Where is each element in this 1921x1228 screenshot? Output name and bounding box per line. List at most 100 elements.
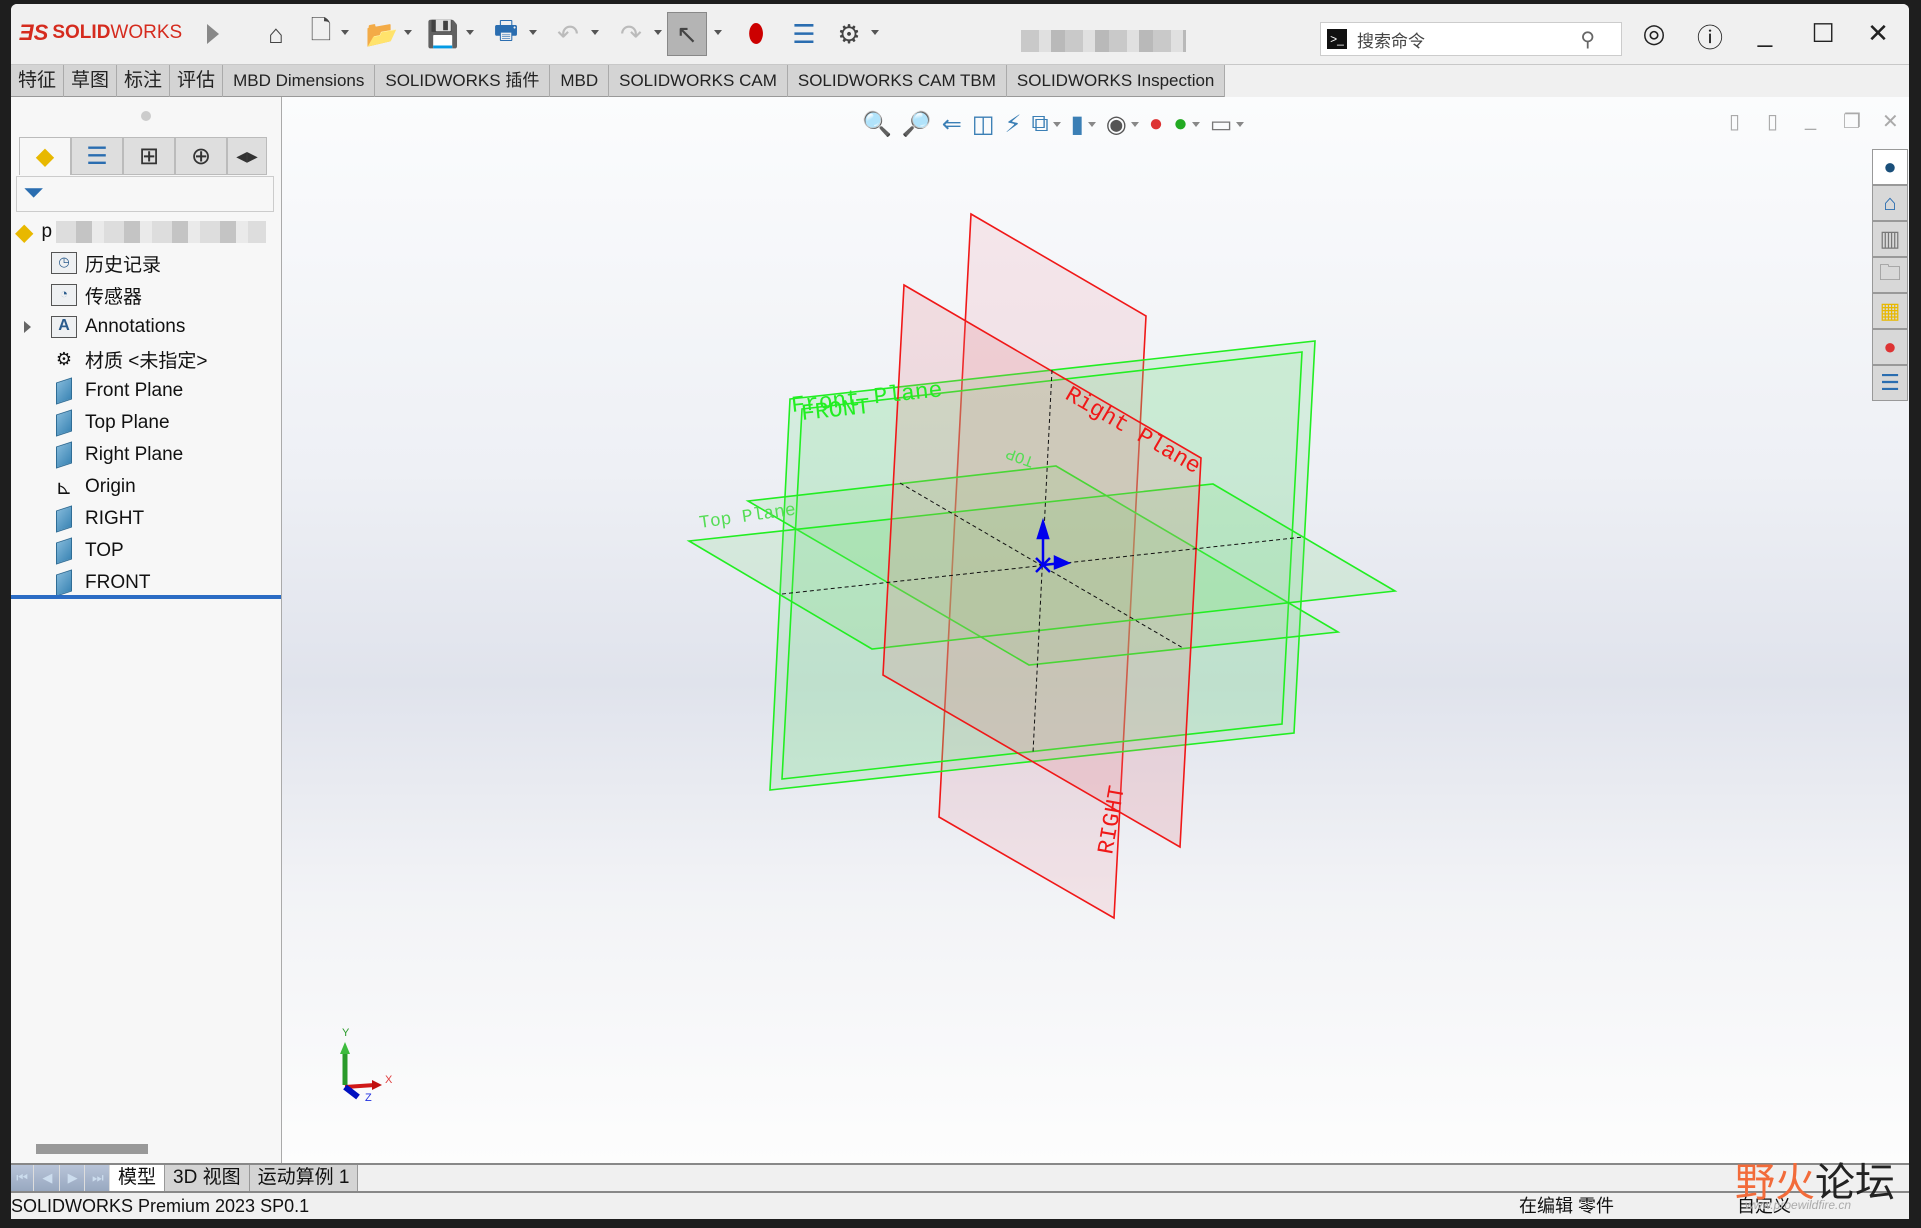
feature-tree: ◷ 历史记录 ◔ 传感器 A Annotations ⚙ 材质 <未指定> Front … bbox=[11, 247, 281, 599]
tab-model[interactable]: 模型 bbox=[110, 1165, 166, 1191]
expand-menu-arrow-icon[interactable] bbox=[207, 24, 219, 44]
tab-evaluate[interactable]: 评估 bbox=[170, 65, 224, 97]
view-settings-icon[interactable]: ▭ bbox=[1210, 110, 1233, 139]
undo-icon[interactable]: ↶ bbox=[550, 16, 586, 52]
material-icon: ⚙ bbox=[55, 348, 73, 369]
plane-icon bbox=[56, 377, 72, 405]
maximize-button[interactable]: ☐ bbox=[1803, 18, 1843, 49]
design-library-icon[interactable]: ▥ bbox=[1872, 221, 1908, 257]
plane-icon bbox=[56, 569, 72, 597]
doc-close-button[interactable]: ✕ bbox=[1882, 109, 1899, 134]
tab-solidworks-inspection[interactable]: SOLIDWORKS Inspection bbox=[1007, 65, 1226, 97]
tree-item-top-plane[interactable]: Top Plane bbox=[11, 407, 281, 439]
save-icon[interactable]: 💾 bbox=[425, 16, 461, 52]
tree-item-label: 传感器 bbox=[85, 286, 143, 308]
help-icon[interactable]: ⓘ bbox=[1690, 18, 1730, 55]
rollback-bar[interactable] bbox=[11, 595, 281, 599]
tab-property-manager[interactable]: ☰ bbox=[71, 137, 123, 175]
tree-root-part[interactable]: ◆ p bbox=[15, 217, 275, 247]
feature-manager-panel: ◆ ☰ ⊞ ⊕ ◀▶ ⏷ ◆ p ◷ 历史记录 ◔ 传感器 A Annotations… bbox=[11, 97, 282, 1163]
new-document-icon[interactable]: 🗋 bbox=[303, 15, 339, 52]
solidworks-window: ƎS SOLIDWORKS ⌂ 🗋 📂 💾 🖶 ↶ ↷ ↖ ⬮ ☰ ⚙ >_ 搜索… bbox=[11, 4, 1909, 1219]
solidworks-resources-icon[interactable]: ● bbox=[1872, 149, 1908, 185]
view-orientation-icon[interactable]: ⧉ bbox=[1031, 110, 1048, 138]
section-view-icon[interactable]: ◫ bbox=[972, 110, 995, 139]
home-icon[interactable]: ⌂ bbox=[1872, 185, 1908, 221]
tab-feature-manager[interactable]: ◆ bbox=[19, 137, 71, 175]
tab-3d-views[interactable]: 3D 视图 bbox=[165, 1165, 250, 1191]
select-icon[interactable]: ↖ bbox=[667, 12, 707, 56]
tree-item-front-plane[interactable]: Front Plane bbox=[11, 375, 281, 407]
apply-scene-icon[interactable]: ● bbox=[1173, 110, 1188, 138]
tree-item-label: 材质 <未指定> bbox=[85, 350, 208, 372]
custom-properties-icon[interactable]: ☰ bbox=[1872, 365, 1908, 401]
panel-splitter-handle[interactable] bbox=[141, 111, 151, 121]
minimize-button[interactable]: _ bbox=[1745, 18, 1785, 49]
tree-item-label: Right Plane bbox=[85, 444, 184, 465]
tab-mbd-dimensions[interactable]: MBD Dimensions bbox=[223, 65, 376, 97]
view-palette-icon[interactable]: ▦ bbox=[1872, 293, 1908, 329]
expand-arrow-icon[interactable] bbox=[24, 321, 31, 333]
tab-solidworks-cam[interactable]: SOLIDWORKS CAM bbox=[609, 65, 788, 97]
tree-item-material[interactable]: ⚙ 材质 <未指定> bbox=[11, 343, 281, 375]
graphics-viewport[interactable]: 🔍 🔎 ⇐ ◫ ⚡ ⧉ ▮ ◉ ● ● ▭ ▯ ▯ _ ❐ ✕ bbox=[282, 97, 1909, 1163]
options-icon[interactable]: ⚙ bbox=[831, 16, 867, 52]
user-account-icon[interactable]: ◎ bbox=[1634, 18, 1674, 49]
zoom-to-area-icon[interactable]: 🔎 bbox=[902, 110, 932, 139]
previous-view-icon[interactable]: ⇐ bbox=[942, 110, 962, 139]
tile-right-icon[interactable]: ▯ bbox=[1767, 109, 1778, 134]
tab-markup[interactable]: 标注 bbox=[117, 65, 171, 97]
hide-show-items-icon[interactable]: ◉ bbox=[1106, 110, 1127, 139]
tree-item-label: Top Plane bbox=[85, 412, 170, 433]
tree-item-sensors[interactable]: ◔ 传感器 bbox=[11, 279, 281, 311]
edit-appearance-icon[interactable]: ● bbox=[1149, 110, 1164, 138]
tree-item-annotations[interactable]: A Annotations bbox=[11, 311, 281, 343]
close-button[interactable]: ✕ bbox=[1858, 18, 1898, 49]
display-style-icon[interactable]: ▮ bbox=[1071, 110, 1084, 139]
plane-icon bbox=[56, 409, 72, 437]
print-icon[interactable]: 🖶 bbox=[488, 15, 524, 52]
tab-motion-study[interactable]: 运动算例 1 bbox=[249, 1165, 359, 1191]
tab-mbd[interactable]: MBD bbox=[550, 65, 610, 97]
rebuild-icon[interactable]: ⬮ bbox=[738, 16, 774, 52]
redo-icon[interactable]: ↷ bbox=[613, 16, 649, 52]
history-folder-icon: ◷ bbox=[51, 252, 77, 274]
command-manager-tabs: 特征 草图 标注 评估 MBD Dimensions SOLIDWORKS 插件… bbox=[11, 65, 1226, 97]
file-properties-icon[interactable]: ☰ bbox=[786, 16, 822, 52]
heads-up-view-toolbar: 🔍 🔎 ⇐ ◫ ⚡ ⧉ ▮ ◉ ● ● ▭ bbox=[862, 107, 1245, 141]
search-placeholder: 搜索命令 bbox=[1357, 31, 1425, 51]
search-icon[interactable]: ⚲ bbox=[1580, 27, 1595, 52]
tree-item-right[interactable]: RIGHT bbox=[11, 503, 281, 535]
filter-icon[interactable]: ⏷ bbox=[16, 176, 274, 212]
tab-solidworks-addins[interactable]: SOLIDWORKS 插件 bbox=[375, 65, 551, 97]
tree-item-top[interactable]: TOP bbox=[11, 535, 281, 567]
tab-sketch[interactable]: 草图 bbox=[64, 65, 118, 97]
solidworks-logo[interactable]: ƎS SOLIDWORKS bbox=[19, 18, 182, 48]
tab-configuration-manager[interactable]: ⊞ bbox=[123, 137, 175, 175]
horizontal-scrollbar[interactable] bbox=[36, 1144, 148, 1154]
home-icon[interactable]: ⌂ bbox=[258, 16, 294, 52]
part-name-blurred bbox=[56, 221, 267, 243]
file-explorer-icon[interactable]: 🗀 bbox=[1872, 257, 1908, 293]
tree-item-label: Origin bbox=[85, 476, 136, 497]
plane-icon bbox=[56, 537, 72, 565]
appearances-icon[interactable]: ● bbox=[1872, 329, 1908, 365]
open-icon[interactable]: 📂 bbox=[364, 16, 400, 52]
tab-scroll-buttons[interactable]: ⏮ ◀ ▶ ⏭ bbox=[11, 1165, 110, 1191]
tree-item-origin[interactable]: ⊾ Origin bbox=[11, 471, 281, 503]
product-version: SOLIDWORKS Premium 2023 SP0.1 bbox=[11, 1196, 310, 1216]
dynamic-annotation-views-icon[interactable]: ⚡ bbox=[1005, 110, 1022, 139]
zoom-to-fit-icon[interactable]: 🔍 bbox=[862, 110, 892, 139]
search-commands-input[interactable]: >_ 搜索命令 ⚲ bbox=[1320, 22, 1622, 56]
tree-item-right-plane[interactable]: Right Plane bbox=[11, 439, 281, 471]
status-bar: SOLIDWORKS Premium 2023 SP0.1 在编辑 零件 自定义 bbox=[11, 1191, 1909, 1219]
tab-features[interactable]: 特征 bbox=[11, 65, 65, 97]
tree-item-history[interactable]: ◷ 历史记录 bbox=[11, 247, 281, 279]
tab-solidworks-cam-tbm[interactable]: SOLIDWORKS CAM TBM bbox=[788, 65, 1007, 97]
tile-left-icon[interactable]: ▯ bbox=[1729, 109, 1740, 134]
plane-icon bbox=[56, 505, 72, 533]
doc-restore-button[interactable]: ❐ bbox=[1843, 109, 1861, 134]
panel-tab-scroll-arrows[interactable]: ◀▶ bbox=[227, 137, 267, 175]
doc-minimize-button[interactable]: _ bbox=[1805, 109, 1816, 132]
tab-dimxpert-manager[interactable]: ⊕ bbox=[175, 137, 227, 175]
